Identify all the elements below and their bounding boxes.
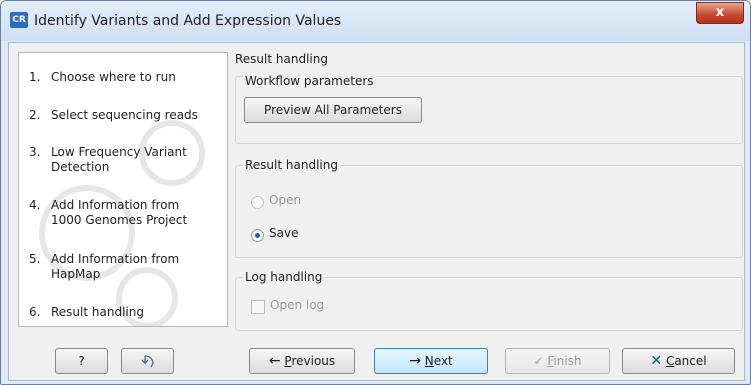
step-item-1000-genomes: 4. Add Information from 1000 Genomes Proj…	[29, 198, 211, 228]
step-label: Low Frequency Variant Detection	[51, 145, 187, 174]
close-x-icon: ✕	[650, 353, 663, 369]
dialog-window: CR Identify Variants and Add Expression …	[0, 0, 751, 385]
save-radio-label: Save	[269, 226, 299, 240]
cancel-label: ancel	[674, 354, 707, 368]
step-label: Add Information from 1000 Genomes Projec…	[51, 198, 188, 227]
previous-button[interactable]: ← Previous	[249, 348, 355, 374]
step-item-hapmap: 5. Add Information from HapMap	[29, 252, 191, 282]
help-icon: ?	[78, 354, 85, 368]
log-handling-title: Log handling	[243, 270, 325, 284]
log-handling-group: Log handling Open log	[235, 270, 743, 331]
dialog-body: 1. Choose where to run 2. Select sequencin…	[8, 42, 745, 381]
preview-all-parameters-button[interactable]: Preview All Parameters	[244, 97, 422, 123]
save-radio[interactable]	[251, 229, 264, 242]
reset-button[interactable]	[121, 348, 174, 374]
open-radio-label: Open	[269, 193, 302, 207]
finish-label: inish	[553, 354, 582, 368]
step-number: 1.	[29, 70, 41, 84]
close-button[interactable]: x	[696, 2, 744, 24]
workflow-parameters-group: Workflow parameters Preview All Paramete…	[235, 74, 743, 144]
step-number: 3.	[29, 145, 41, 159]
step-number: 5.	[29, 252, 41, 266]
title-bar[interactable]: CR Identify Variants and Add Expression …	[1, 1, 750, 41]
window-title: Identify Variants and Add Expression Val…	[34, 13, 342, 29]
previous-label: revious	[291, 354, 336, 368]
next-label: ext	[433, 354, 453, 368]
cancel-button[interactable]: ✕ Cancel	[622, 348, 735, 374]
step-label: Add Information from HapMap	[51, 252, 180, 281]
wizard-steps-panel: 1. Choose where to run 2. Select sequencin…	[18, 52, 228, 327]
step-number: 2.	[29, 108, 41, 122]
open-log-checkbox[interactable]	[251, 300, 265, 314]
open-log-label: Open log	[270, 298, 325, 312]
help-button[interactable]: ?	[55, 348, 108, 374]
step-number: 4.	[29, 198, 41, 212]
step-item-choose-where-to-run: 1. Choose where to run	[29, 70, 221, 85]
step-item-result-handling: 6. Result handling	[29, 305, 221, 320]
step-number: 6.	[29, 305, 41, 319]
arrow-left-icon: ←	[268, 353, 281, 369]
workflow-parameters-title: Workflow parameters	[243, 74, 376, 88]
app-logo-icon: CR	[10, 12, 28, 28]
checkmark-icon: ✓	[533, 354, 544, 368]
next-mnemonic: N	[424, 354, 434, 368]
open-radio[interactable]	[251, 196, 264, 209]
page-title: Result handling	[235, 52, 328, 66]
arrow-right-icon: →	[409, 353, 421, 369]
close-icon: x	[715, 5, 725, 20]
step-item-low-frequency-variant-detection: 3. Low Frequency Variant Detection	[29, 145, 201, 175]
result-handling-group: Result handling Open Save	[235, 158, 743, 258]
step-label: Choose where to run	[51, 70, 176, 84]
undo-arrow-icon	[141, 354, 154, 367]
step-label: Select sequencing reads	[51, 108, 198, 122]
next-button[interactable]: → Next	[374, 348, 488, 374]
finish-button[interactable]: ✓ Finish	[505, 348, 610, 374]
result-handling-title: Result handling	[243, 158, 340, 172]
step-label: Result handling	[51, 305, 144, 319]
step-item-select-sequencing-reads: 2. Select sequencing reads	[29, 108, 221, 123]
